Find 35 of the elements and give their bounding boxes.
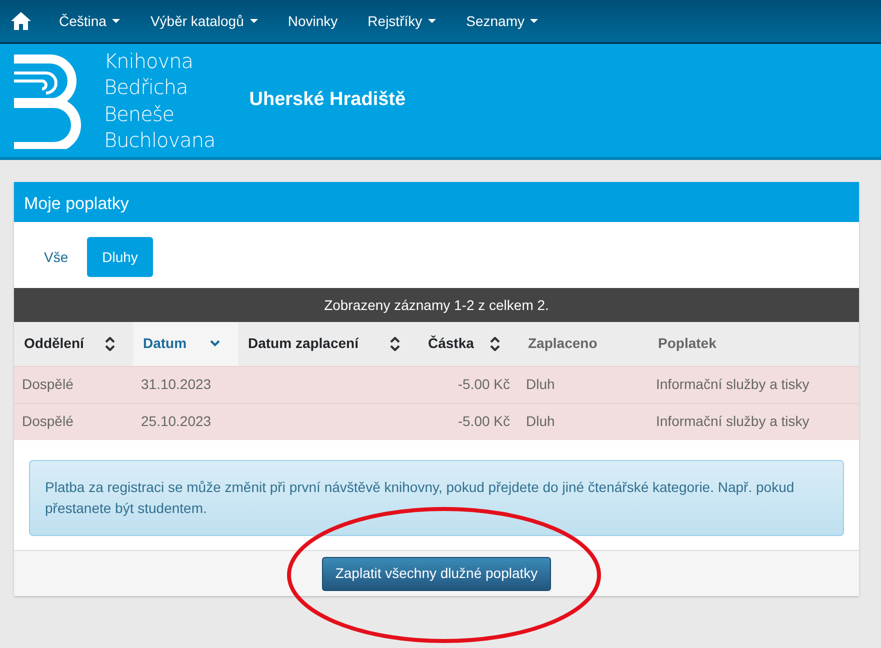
sort-icon bbox=[105, 336, 115, 351]
info-notice: Platba za registraci se může změnit při první návštěvě knihovny, pokud přejdete do jiné čtenářské kategorie. Např. pokud přestanete být studentem. bbox=[29, 460, 844, 536]
column-header[interactable]: Částka bbox=[418, 322, 518, 366]
nav-menu-item[interactable]: Rejstříky bbox=[352, 0, 452, 43]
filter-tab[interactable]: Vše bbox=[29, 237, 84, 277]
table-cell: -5.00 Kč bbox=[458, 413, 510, 430]
logo-text: Buchlovana bbox=[104, 127, 216, 154]
column-header[interactable]: Datum zaplacení bbox=[238, 322, 418, 366]
column-header[interactable]: Datum bbox=[133, 322, 238, 366]
site-title: Uherské Hradiště bbox=[249, 88, 406, 112]
table-cell: -5.00 Kč bbox=[458, 376, 510, 392]
column-header[interactable]: Oddělení bbox=[14, 322, 133, 366]
table-cell: 31.10.2023 bbox=[141, 376, 212, 392]
table-cell: 25.10.2023 bbox=[141, 413, 212, 430]
logo-text: Knihovna bbox=[104, 48, 194, 74]
nav-menu-item[interactable]: Seznamy bbox=[451, 0, 554, 43]
sort-icon bbox=[390, 336, 400, 351]
column-header: Zaplaceno bbox=[518, 322, 648, 366]
table-cell: Dospělé bbox=[22, 413, 74, 430]
table-cell: Informační služby a tisky bbox=[656, 376, 810, 392]
nav-menu-item[interactable]: Čeština bbox=[44, 0, 136, 43]
nav-menu-item[interactable]: Výběr katalogů bbox=[135, 0, 273, 43]
logo-text: Bedřicha bbox=[104, 74, 189, 100]
table-cell: Dluh bbox=[526, 376, 555, 392]
panel-title: Moje poplatky bbox=[14, 182, 859, 222]
sort-icon bbox=[490, 336, 500, 351]
nav-menu-item[interactable]: Novinky bbox=[272, 0, 353, 43]
table-cell: Informační služby a tisky bbox=[656, 413, 810, 430]
table-cell: Dluh bbox=[526, 413, 555, 430]
results-summary-bar: Zobrazeny záznamy 1-2 z celkem 2. bbox=[14, 288, 859, 322]
sort-icon bbox=[210, 340, 220, 348]
column-header: Poplatek bbox=[648, 322, 859, 366]
logo-text: Beneše bbox=[104, 100, 176, 127]
table-cell: Dospělé bbox=[22, 376, 74, 392]
pay-all-button[interactable]: Zaplatit všechny dlužné poplatky bbox=[322, 556, 551, 590]
